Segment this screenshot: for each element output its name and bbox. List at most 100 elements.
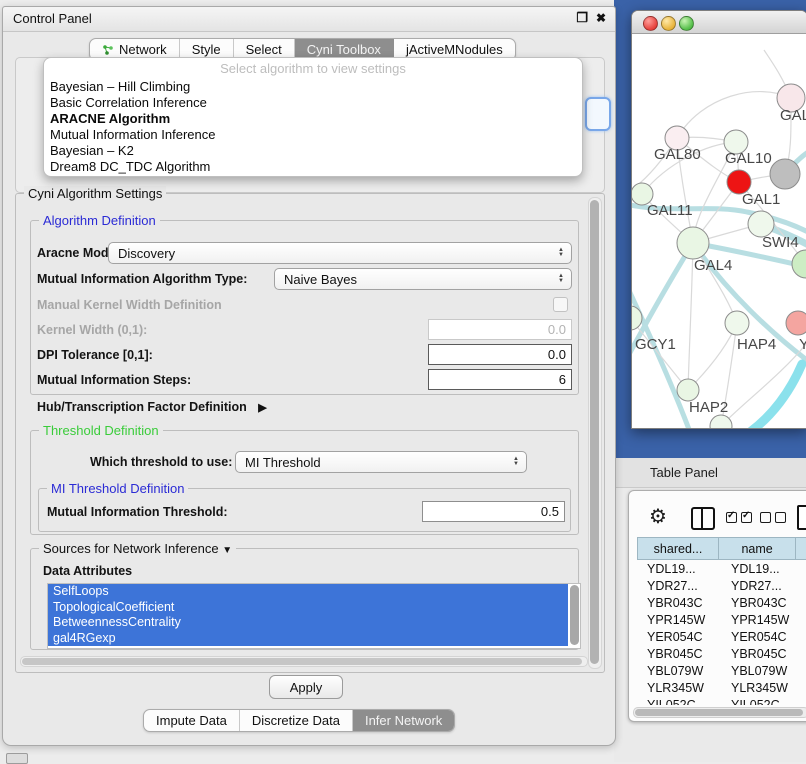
algorithm-option[interactable]: Dream8 DC_TDC Algorithm: [44, 159, 582, 175]
node-table[interactable]: shared...name YDL19...YDL19...13YDR27...…: [637, 537, 806, 705]
combo-stepper-icon: ▲▼: [558, 248, 564, 258]
network-node[interactable]: [770, 159, 800, 189]
algorithm-option[interactable]: Bayesian – K2: [44, 143, 582, 159]
window-corner-chip: [6, 753, 28, 764]
network-node[interactable]: [725, 311, 749, 335]
table-row[interactable]: YIL052CYIL052C9: [637, 696, 806, 705]
network-node-label: GAL11: [647, 202, 693, 219]
table-row[interactable]: YER054CYER054C8.: [637, 628, 806, 645]
attributes-scrollbar-thumb[interactable]: [570, 585, 579, 645]
focused-combo-sliver[interactable]: [585, 97, 611, 131]
mi-threshold-label: Mutual Information Threshold:: [47, 505, 228, 519]
sources-title[interactable]: Sources for Network Inference ▼: [39, 541, 236, 556]
column-header[interactable]: name: [718, 537, 795, 560]
bottom-tab-infer-network[interactable]: Infer Network: [353, 710, 454, 731]
network-graph[interactable]: GALGAL80GAL10GAL1GAL11GAL4SWI4HAP4YGCY1H…: [632, 34, 806, 429]
zoom-traffic-light-icon[interactable]: [679, 16, 694, 31]
bottom-tab-bar: Impute Data Discretize Data Infer Network: [143, 709, 455, 732]
table-rows[interactable]: YDL19...YDL19...13YDR27...YDR27...12YBR0…: [637, 560, 806, 705]
export-table-icon[interactable]: [797, 505, 806, 530]
algorithm-option[interactable]: Mutual Information Inference: [44, 127, 582, 143]
close-icon[interactable]: ✖: [596, 11, 606, 25]
which-threshold-select[interactable]: MI Threshold ▲▼: [235, 451, 527, 473]
attribute-item[interactable]: TopologicalCoefficient: [48, 600, 568, 616]
bottom-tab-impute-data[interactable]: Impute Data: [144, 710, 240, 731]
float-window-icon[interactable]: ❐: [576, 10, 588, 26]
table-row[interactable]: YDR27...YDR27...12: [637, 577, 806, 594]
bottom-tab-discretize-data[interactable]: Discretize Data: [240, 710, 353, 731]
manual-kernel-checkbox[interactable]: [553, 297, 568, 312]
mi-steps-label: Mutual Information Steps:: [37, 373, 191, 387]
data-attributes-label: Data Attributes: [43, 564, 132, 578]
algorithm-dropdown-placeholder: Select algorithm to view settings: [44, 61, 582, 76]
table-panel-titlebar: Table Panel: [614, 458, 806, 488]
which-threshold-label: Which threshold to use:: [90, 455, 232, 469]
dpi-tolerance-field[interactable]: 0.0: [428, 344, 572, 365]
cyni-settings-title: Cyni Algorithm Settings: [24, 186, 166, 201]
tab-label: Style: [192, 42, 221, 57]
columns-icon[interactable]: [691, 507, 715, 530]
table-row[interactable]: YLR345WYLR345W9.: [637, 679, 806, 696]
table-row[interactable]: YBL079WYBL079W: [637, 662, 806, 679]
attribute-item[interactable]: BetweennessCentrality: [48, 615, 568, 631]
tab-label: Discretize Data: [252, 713, 340, 728]
mi-steps-field[interactable]: 6: [428, 369, 572, 390]
tab-label: Select: [246, 42, 282, 57]
network-node[interactable]: [677, 227, 709, 259]
table-cell: YBR043C: [721, 596, 801, 610]
mi-threshold-field[interactable]: 0.5: [422, 501, 565, 522]
settings-vertical-scrollbar[interactable]: [588, 197, 602, 669]
tab-label: Infer Network: [365, 713, 442, 728]
algorithm-option[interactable]: Bayesian – Hill Climbing: [44, 79, 582, 95]
algorithm-dropdown[interactable]: Select algorithm to view settings Bayesi…: [43, 57, 583, 177]
close-traffic-light-icon[interactable]: [643, 16, 658, 31]
tab-label: Cyni Toolbox: [307, 42, 381, 57]
column-header[interactable]: [795, 537, 806, 560]
network-node-label: GAL10: [725, 150, 772, 167]
table-row[interactable]: YBR045CYBR045C9.: [637, 645, 806, 662]
table-header-row[interactable]: shared...name: [637, 537, 806, 560]
table-row[interactable]: YDL19...YDL19...13: [637, 560, 806, 577]
minimize-traffic-light-icon[interactable]: [661, 16, 676, 31]
network-node-label: HAP2: [689, 399, 728, 416]
network-node[interactable]: [710, 415, 732, 429]
select-all-checkboxes-icon[interactable]: [726, 512, 752, 523]
network-node[interactable]: [792, 250, 806, 278]
tab-label: jActiveMNodules: [406, 42, 503, 57]
gear-icon[interactable]: ⚙: [649, 507, 667, 527]
dpi-tolerance-label: DPI Tolerance [0,1]:: [37, 348, 153, 362]
control-panel-window: Control Panel ❐ ✖ NetworkStyleSelectCyni…: [2, 6, 616, 746]
combo-stepper-icon: ▲▼: [513, 457, 519, 467]
tab-label: Impute Data: [156, 713, 227, 728]
table-row[interactable]: YBR043CYBR043C: [637, 594, 806, 611]
apply-button[interactable]: Apply: [269, 675, 343, 699]
table-row[interactable]: YPR145WYPR145W9.: [637, 611, 806, 628]
hub-section-toggle[interactable]: Hub/Transcription Factor Definition ▶: [37, 400, 267, 414]
algorithm-option[interactable]: Basic Correlation Inference: [44, 95, 582, 111]
deselect-all-checkboxes-icon[interactable]: [760, 512, 786, 523]
table-cell: YDL19...: [721, 562, 801, 576]
network-node-label: GCY1: [635, 336, 676, 353]
network-node[interactable]: [786, 311, 806, 335]
network-node-label: Y: [799, 336, 806, 353]
network-window-titlebar[interactable]: [632, 11, 806, 34]
attribute-item[interactable]: gal4RGexp: [48, 631, 568, 647]
table-hscroll-thumb[interactable]: [635, 709, 803, 716]
table-cell: 8.: [801, 630, 806, 644]
settings-vscroll-thumb[interactable]: [590, 200, 599, 664]
attribute-item[interactable]: SelfLoops: [48, 584, 568, 600]
settings-hscroll-thumb[interactable]: [22, 658, 582, 665]
column-header[interactable]: shared...: [637, 537, 718, 560]
mi-algorithm-type-select[interactable]: Naive Bayes ▲▼: [274, 268, 572, 290]
network-node[interactable]: [677, 379, 699, 401]
tab-label: Network: [119, 42, 167, 57]
network-node-label: GAL80: [654, 146, 701, 163]
aracne-mode-select[interactable]: Discovery ▲▼: [108, 242, 572, 264]
table-horizontal-scrollbar[interactable]: [633, 707, 806, 718]
algorithm-option[interactable]: ARACNE Algorithm: [44, 111, 582, 127]
algorithm-options-list: Bayesian – Hill ClimbingBasic Correlatio…: [44, 79, 582, 175]
settings-horizontal-scrollbar[interactable]: [20, 656, 588, 667]
kernel-width-field[interactable]: 0.0: [428, 319, 572, 340]
data-attributes-list[interactable]: SelfLoopsTopologicalCoefficientBetweenne…: [47, 583, 581, 649]
network-view-window[interactable]: GALGAL80GAL10GAL1GAL11GAL4SWI4HAP4YGCY1H…: [631, 10, 806, 429]
